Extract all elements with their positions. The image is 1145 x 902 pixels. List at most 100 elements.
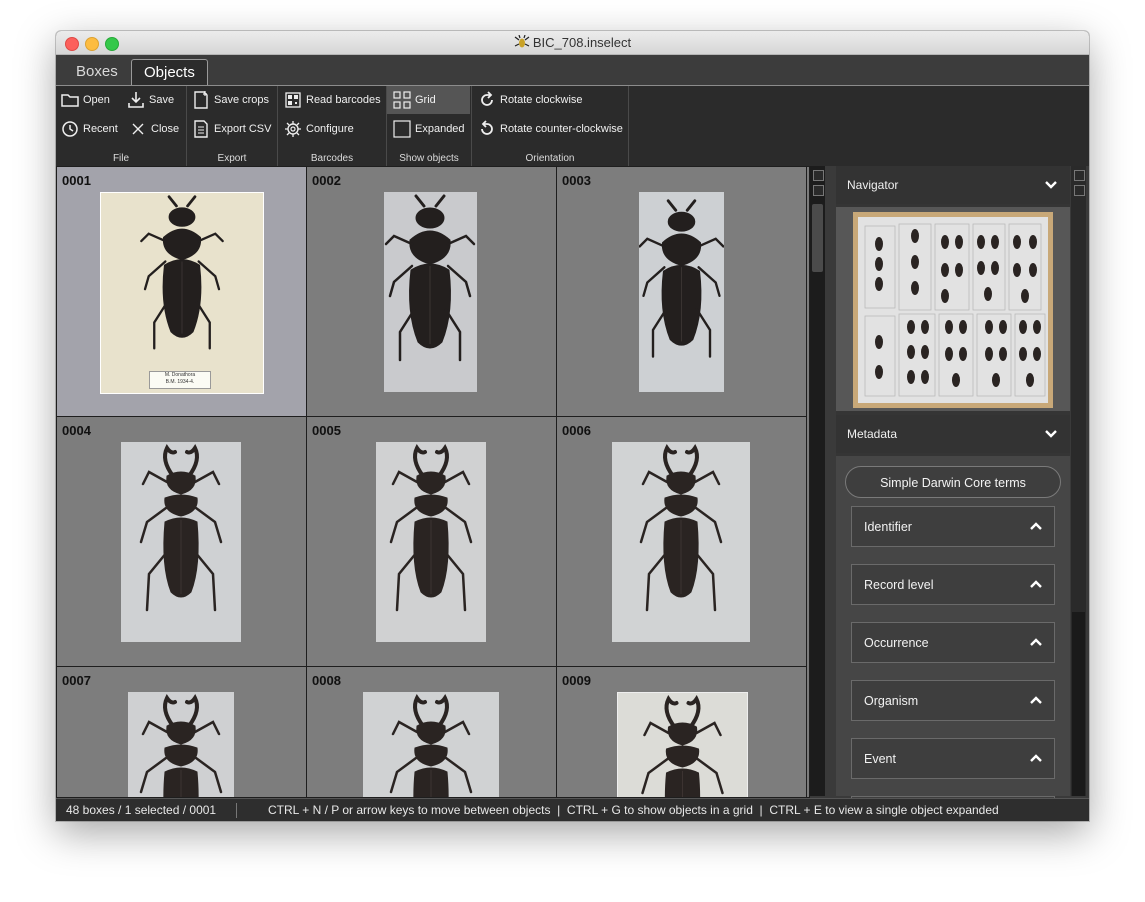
section-record-level[interactable]: Record level	[851, 564, 1055, 605]
chevron-up-icon[interactable]	[1030, 695, 1042, 707]
configure-button[interactable]: Configure	[283, 117, 354, 141]
grid-cell[interactable]: 0009	[557, 667, 807, 798]
save-crops-icon	[194, 91, 208, 109]
navigator-thumbnail[interactable]	[853, 212, 1053, 408]
grid-scrollbar[interactable]	[810, 166, 825, 796]
scrollbar-thumb[interactable]	[1072, 612, 1085, 796]
cell-number: 0008	[312, 673, 341, 688]
tab-boxes[interactable]: Boxes	[64, 59, 130, 85]
section-label: Occurrence	[864, 636, 929, 650]
status-bar: 48 boxes / 1 selected / 0001 CTRL + N / …	[56, 798, 1089, 821]
grid-view-button[interactable]: Grid	[387, 86, 470, 114]
cell-number: 0009	[562, 673, 591, 688]
specimen-label-line-1: M. Donathora	[164, 372, 196, 378]
save-crops-button[interactable]: Save crops	[191, 88, 269, 112]
export-csv-button[interactable]: Export CSV	[191, 117, 271, 141]
grid-icon	[393, 91, 411, 109]
gear-icon	[285, 121, 301, 138]
cell-number: 0007	[62, 673, 91, 688]
cell-number: 0001	[62, 173, 91, 188]
specimen-label-line-2: B.M. 1934-4.	[165, 379, 195, 385]
specimen-image	[128, 692, 234, 798]
tab-objects[interactable]: Objects	[131, 59, 208, 85]
rotate-clockwise-button[interactable]: Rotate clockwise	[477, 88, 583, 112]
open-button[interactable]: Open	[60, 88, 110, 112]
section-occurrence[interactable]: Occurrence	[851, 622, 1055, 663]
status-separator	[236, 803, 237, 818]
grid-cell[interactable]: 0007	[57, 667, 307, 798]
section-organism[interactable]: Organism	[851, 680, 1055, 721]
stag-beetle-icon	[618, 693, 747, 798]
close-icon	[132, 123, 144, 135]
rotate-clockwise-icon	[481, 91, 493, 106]
specimen-label: M. Donathora B.M. 1934-4.	[149, 371, 211, 389]
scroll-button[interactable]	[1074, 185, 1085, 196]
section-label: Organism	[864, 694, 919, 708]
beetle-icon	[101, 193, 263, 393]
cell-number: 0005	[312, 423, 341, 438]
stag-beetle-icon	[128, 692, 234, 798]
chevron-up-icon[interactable]	[1030, 753, 1042, 765]
chevron-down-icon[interactable]	[1044, 178, 1058, 192]
download-icon	[128, 92, 144, 108]
grid-cell[interactable]: 0002	[307, 167, 557, 417]
metadata-panel: Simple Darwin Core terms Identifier Reco…	[836, 456, 1070, 806]
stag-beetle-icon	[363, 692, 499, 798]
expanded-view-button[interactable]: Expanded	[392, 117, 465, 141]
close-button[interactable]: Close	[128, 117, 179, 141]
beetle-icon	[638, 199, 725, 359]
status-hint: CTRL + N / P or arrow keys to move betwe…	[268, 803, 999, 817]
navigator-title: Navigator	[847, 178, 899, 192]
window-title: BIC_708.inselect	[532, 35, 632, 50]
rotate-counter-clockwise-icon	[481, 120, 493, 135]
rotate-counter-clockwise-button[interactable]: Rotate counter-clockwise	[477, 117, 623, 141]
object-grid: 0001 M. Donathora B.M. 1934-4. 0002 0003	[56, 166, 810, 798]
folder-icon	[61, 94, 79, 107]
navigator-header[interactable]: Navigator	[836, 166, 1070, 204]
section-event[interactable]: Event	[851, 738, 1055, 779]
ribbon-group-orientation: Rotate clockwise Rotate counter-clockwis…	[472, 86, 629, 166]
specimen-image	[384, 192, 477, 392]
scroll-button[interactable]	[1074, 170, 1085, 181]
specimen-image	[121, 442, 241, 642]
scroll-button[interactable]	[813, 185, 824, 196]
section-label: Event	[864, 752, 896, 766]
group-label-barcodes: Barcodes	[310, 153, 354, 164]
read-barcodes-button[interactable]: Read barcodes	[283, 88, 381, 112]
metadata-header[interactable]: Metadata	[836, 415, 1070, 453]
grid-cell[interactable]: 0001 M. Donathora B.M. 1934-4.	[57, 167, 307, 417]
chevron-down-icon[interactable]	[1044, 427, 1058, 441]
recent-button[interactable]: Recent	[60, 117, 118, 141]
stag-beetle-icon	[612, 442, 750, 642]
chevron-up-icon[interactable]	[1030, 579, 1042, 591]
specimen-image	[612, 442, 750, 642]
chevron-up-icon[interactable]	[1030, 637, 1042, 649]
right-panel-scrollbar[interactable]	[1071, 166, 1086, 796]
ribbon-group-show-objects: Grid Expanded Show objects	[387, 86, 472, 166]
grid-cell[interactable]: 0006	[557, 417, 807, 667]
ribbon-toolbar: Open Save Recent Close File Save crops E…	[56, 85, 1089, 166]
right-panel: Navigator Metadata Simple Darwin Core te…	[836, 166, 1070, 806]
grid-cell[interactable]: 0004	[57, 417, 307, 667]
group-label-orientation: Orientation	[525, 153, 575, 164]
main-area: 0001 M. Donathora B.M. 1934-4. 0002 0003	[56, 166, 1089, 806]
app-bug-icon	[514, 35, 530, 48]
tab-bar: Boxes Objects	[56, 55, 1089, 85]
save-button[interactable]: Save	[126, 88, 174, 112]
chevron-up-icon[interactable]	[1030, 521, 1042, 533]
stag-beetle-icon	[376, 442, 486, 642]
cell-number: 0004	[62, 423, 91, 438]
navigator-panel	[836, 207, 1070, 411]
grid-cell[interactable]: 0005	[307, 417, 557, 667]
csv-file-icon	[194, 120, 208, 138]
cell-number: 0006	[562, 423, 591, 438]
grid-cell[interactable]: 0008	[307, 667, 557, 798]
scrollbar-thumb[interactable]	[812, 204, 823, 272]
grid-cell[interactable]: 0003	[557, 167, 807, 417]
expanded-square-icon	[393, 120, 411, 138]
ribbon-group-file: Open Save Recent Close File	[56, 86, 187, 166]
scroll-button[interactable]	[813, 170, 824, 181]
section-identifier[interactable]: Identifier	[851, 506, 1055, 547]
metadata-template-button[interactable]: Simple Darwin Core terms	[845, 466, 1061, 498]
group-label-show-objects: Show objects	[399, 153, 459, 164]
